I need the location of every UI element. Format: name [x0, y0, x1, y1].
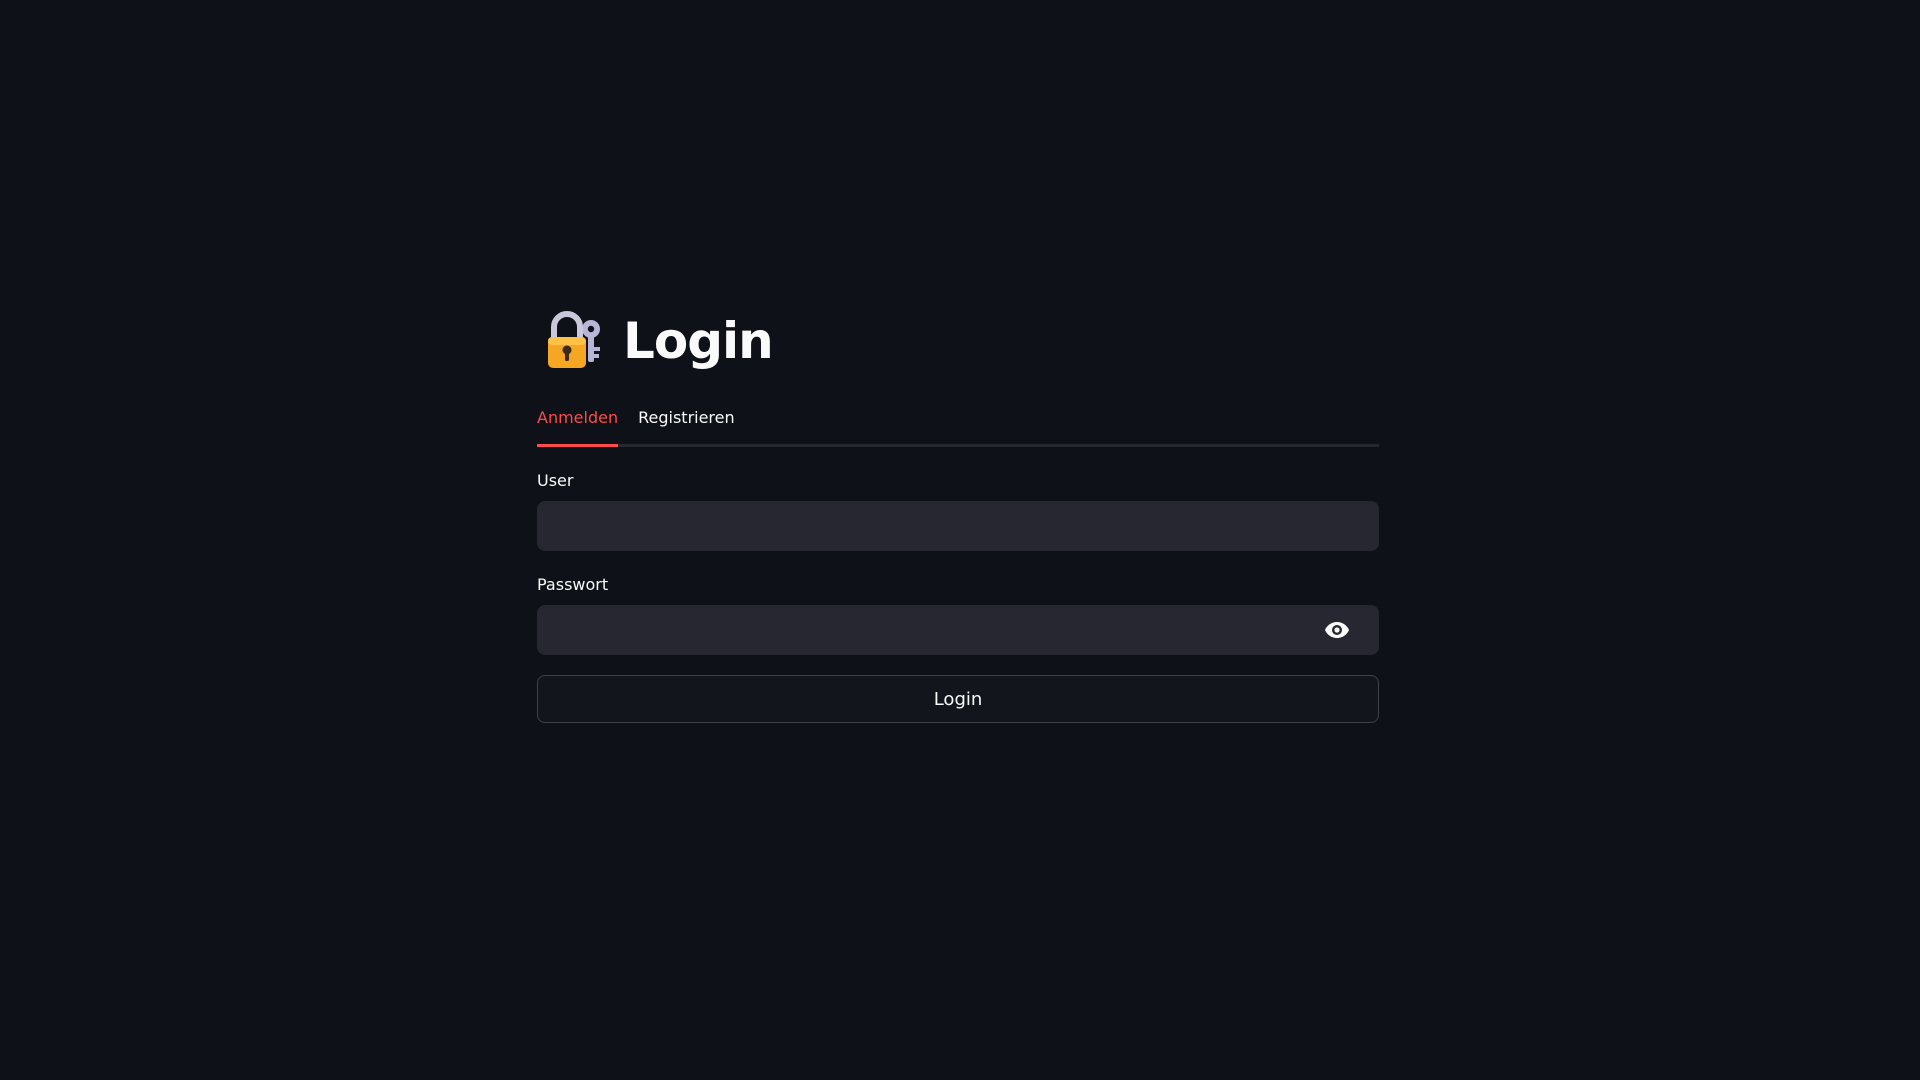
login-container: Login Anmelden Registrieren User Passwor… [537, 300, 1379, 723]
password-label: Passwort [537, 575, 609, 594]
tab-registrieren[interactable]: Registrieren [638, 406, 735, 444]
locked-with-key-icon [545, 309, 607, 373]
login-page: Login Anmelden Registrieren User Passwor… [0, 0, 1920, 1080]
title-row: Login [537, 300, 1379, 382]
user-field-box [537, 501, 1379, 551]
password-input[interactable] [537, 605, 1313, 655]
login-button[interactable]: Login [537, 675, 1379, 723]
tab-anmelden[interactable]: Anmelden [537, 406, 619, 447]
page-title: Login [623, 312, 774, 370]
password-field-box [537, 605, 1379, 655]
user-label: User [537, 471, 574, 490]
user-input[interactable] [537, 501, 1379, 551]
show-password-toggle[interactable] [1313, 605, 1361, 655]
eye-icon [1325, 622, 1349, 638]
tab-bar: Anmelden Registrieren [537, 406, 1379, 447]
